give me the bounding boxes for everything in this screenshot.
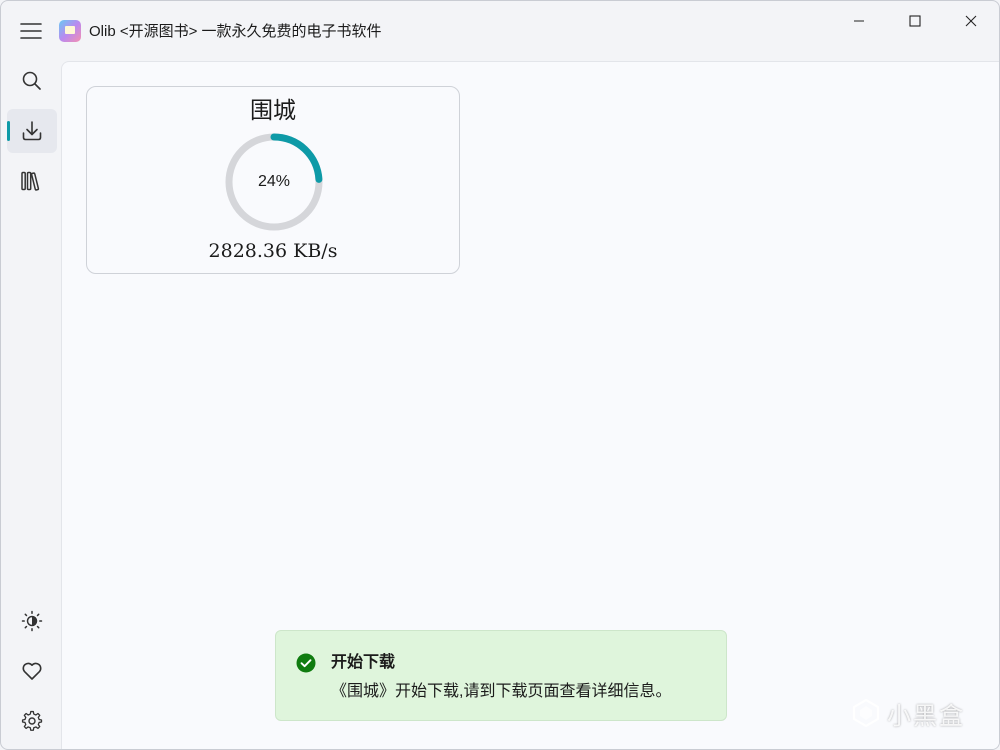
toast-message: 《围城》开始下载,请到下载页面查看详细信息。 [331,683,672,700]
nav-settings[interactable] [7,699,57,743]
app-logo-icon [59,20,81,42]
download-speed: 2828.36 KB/s [208,240,338,262]
search-icon [22,71,41,90]
progress-percent: 24% [257,173,291,190]
success-check-icon [296,653,316,673]
minimize-button[interactable] [831,1,887,41]
nav-library[interactable] [7,159,57,203]
watermark-logo-icon [852,698,880,728]
window-title: Olib <开源图书> 一款永久免费的电子书软件 [89,23,382,40]
minimize-icon [854,20,864,22]
downloads-page: 围城 24% 2828.36 KB/s 开始下载 《围城》开始下载,请到下载页面… [61,61,999,749]
maximize-icon [909,15,921,27]
library-icon [21,171,40,191]
nav-search[interactable] [7,59,57,103]
theme-brightness-icon [21,610,43,632]
close-button[interactable] [943,1,999,41]
book-title: 围城 [250,97,296,123]
sidebar [1,59,61,749]
heart-icon [22,662,42,680]
active-indicator [7,121,10,141]
close-icon [965,15,977,27]
maximize-button[interactable] [887,1,943,41]
nav-theme[interactable] [7,599,57,643]
watermark-text: 小黑盒 [887,702,965,730]
nav-downloads[interactable] [7,109,57,153]
download-card[interactable]: 围城 24% 2828.36 KB/s [86,86,460,274]
title-bar: Olib <开源图书> 一款永久免费的电子书软件 [1,1,999,61]
watermark: 小黑盒 [851,695,965,731]
app-window: Olib <开源图书> 一款永久免费的电子书软件 围城 24% 2828.36 … [0,0,1000,750]
download-icon [22,121,42,141]
nav-favorites[interactable] [7,649,57,693]
toast-title: 开始下载 [331,654,396,671]
gear-icon [21,710,43,731]
download-started-toast: 开始下载 《围城》开始下载,请到下载页面查看详细信息。 [275,630,727,721]
menu-icon[interactable] [19,19,43,43]
